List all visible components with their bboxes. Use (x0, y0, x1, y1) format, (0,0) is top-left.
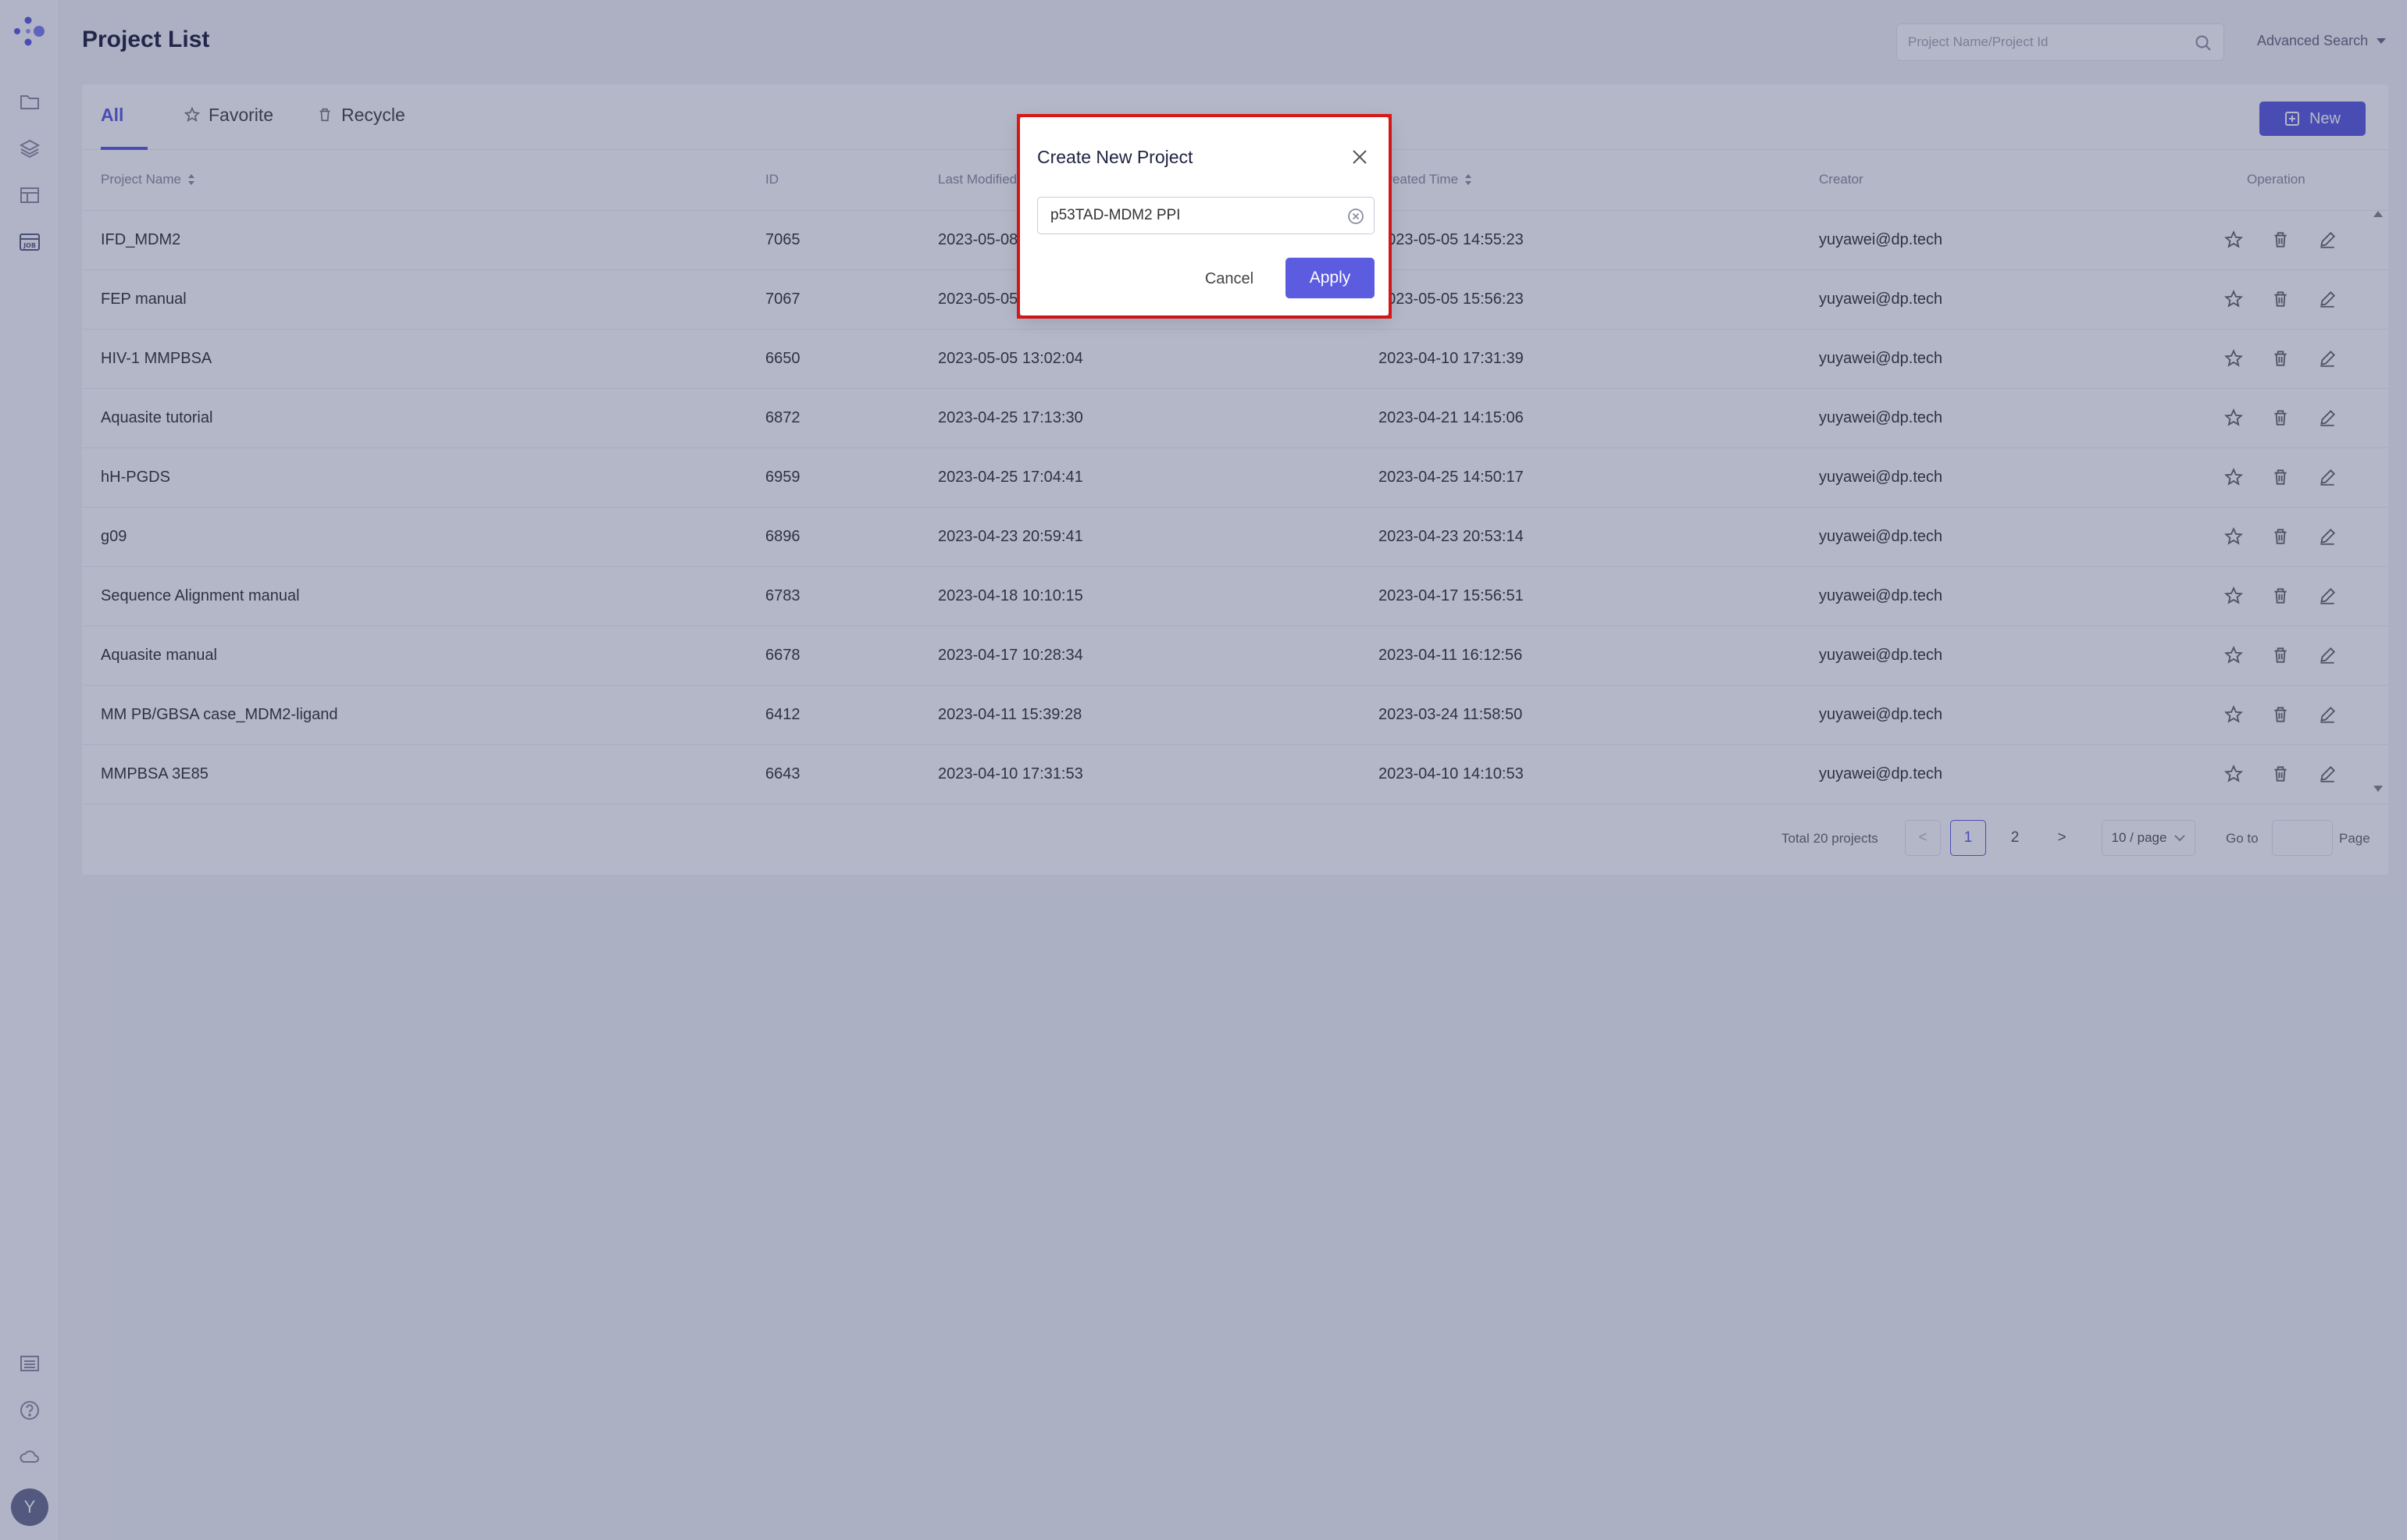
dialog-title: Create New Project (1037, 147, 1193, 167)
project-name-field (1037, 197, 1375, 234)
project-name-input[interactable] (1050, 198, 1339, 233)
cancel-button[interactable]: Cancel (1192, 261, 1267, 297)
clear-input-icon[interactable] (1347, 208, 1364, 225)
create-project-dialog: Create New Project Cancel Apply (1020, 117, 1389, 315)
close-icon[interactable] (1350, 147, 1370, 167)
apply-button[interactable]: Apply (1286, 258, 1375, 298)
